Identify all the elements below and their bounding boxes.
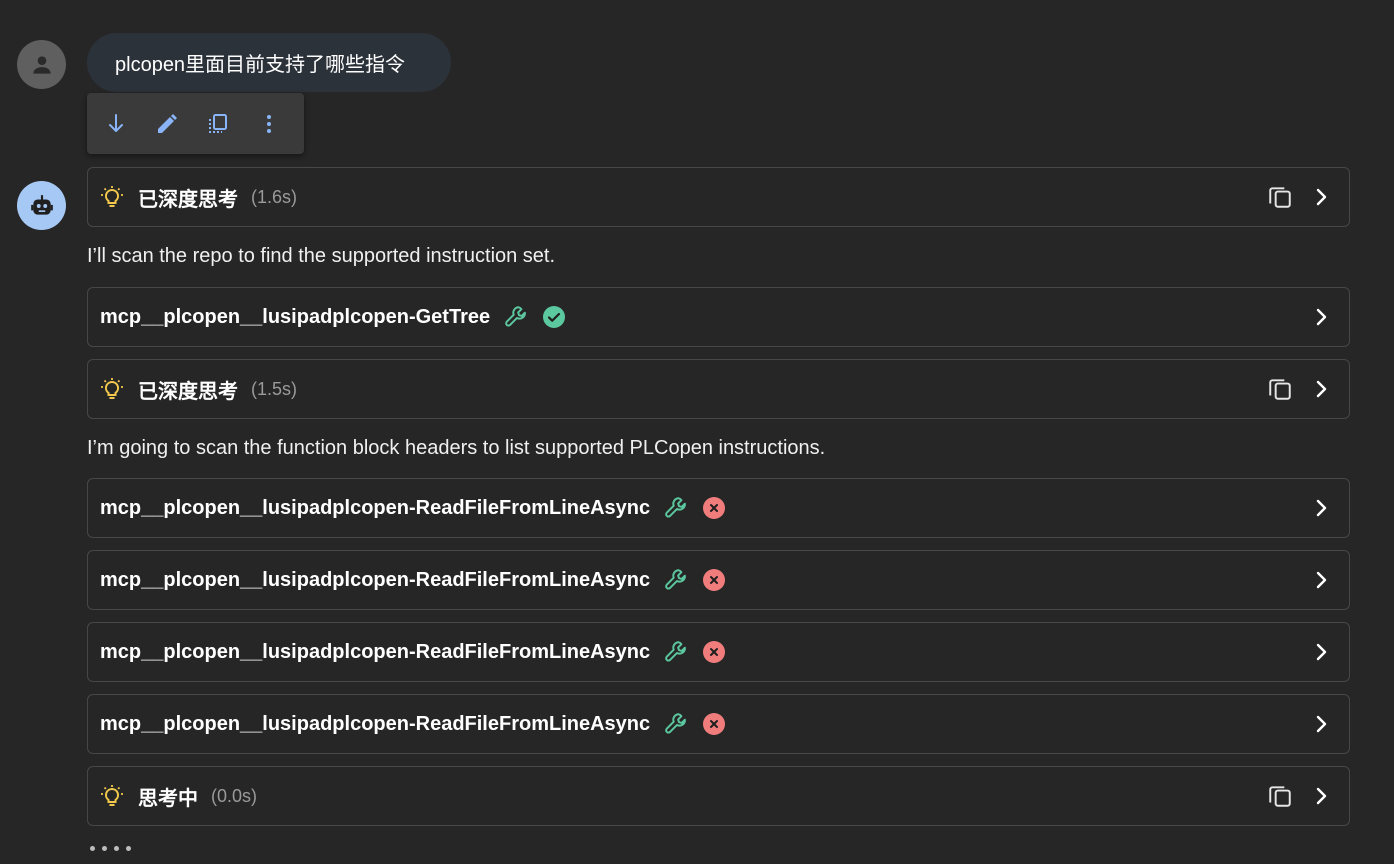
chevron-right-icon[interactable]	[1309, 712, 1333, 736]
copy-message-button[interactable]	[202, 102, 253, 146]
error-circle-icon	[703, 641, 726, 663]
thinking-duration: (0.0s)	[211, 785, 258, 806]
wrench-icon	[665, 497, 686, 518]
chevron-right-icon[interactable]	[1309, 185, 1333, 209]
more-vert-icon	[267, 114, 271, 133]
user-message-bubble: plcopen里面目前支持了哪些指令	[87, 33, 451, 92]
arrow-down-icon	[109, 113, 123, 132]
wrench-icon	[665, 641, 686, 662]
edit-icon	[158, 113, 177, 133]
scroll-down-button[interactable]	[100, 102, 151, 146]
lightbulb-icon	[101, 378, 123, 399]
loading-dot	[90, 846, 95, 851]
user-avatar	[17, 40, 66, 89]
error-circle-icon	[703, 569, 726, 591]
copy-icon[interactable]	[1267, 783, 1293, 809]
user-message-text: plcopen里面目前支持了哪些指令	[115, 54, 406, 76]
copy-icon[interactable]	[1267, 376, 1293, 402]
assistant-message: I’ll scan the repo to find the supported…	[87, 245, 556, 267]
message-toolbar	[87, 93, 304, 154]
tool-call-title: mcp__plcopen__lusipadplcopen-ReadFileFro…	[100, 712, 651, 735]
more-options-button[interactable]	[253, 102, 304, 146]
lightbulb-icon	[101, 186, 123, 207]
person-icon	[32, 55, 51, 74]
tool-call-title: mcp__plcopen__lusipadplcopen-GetTree	[100, 305, 491, 328]
chevron-right-icon[interactable]	[1309, 640, 1333, 664]
wrench-icon	[665, 569, 686, 590]
lightbulb-icon	[101, 785, 123, 806]
thinking-block[interactable]: 已深度思考 (1.6s)	[87, 167, 1350, 227]
tool-call-block[interactable]: mcp__plcopen__lusipadplcopen-GetTree	[87, 287, 1350, 347]
thinking-title: 思考中	[138, 787, 198, 810]
wrench-icon	[665, 713, 686, 734]
error-circle-icon	[703, 713, 726, 735]
loading-dot	[126, 846, 131, 851]
loading-indicator	[90, 846, 131, 851]
thinking-duration: (1.5s)	[251, 378, 298, 399]
thinking-duration: (1.6s)	[251, 186, 298, 207]
copy-icon[interactable]	[1267, 184, 1293, 210]
loading-dot	[102, 846, 107, 851]
assistant-avatar	[17, 181, 66, 230]
robot-icon	[30, 194, 53, 215]
copy-icon	[209, 113, 227, 133]
thinking-block[interactable]: 已深度思考 (1.5s)	[87, 359, 1350, 419]
loading-dot	[114, 846, 119, 851]
chevron-right-icon[interactable]	[1309, 784, 1333, 808]
chevron-right-icon[interactable]	[1309, 496, 1333, 520]
tool-call-title: mcp__plcopen__lusipadplcopen-ReadFileFro…	[100, 640, 651, 663]
tool-call-block[interactable]: mcp__plcopen__lusipadplcopen-ReadFileFro…	[87, 550, 1350, 610]
assistant-message: I’m going to scan the function block hea…	[87, 437, 826, 459]
thinking-title: 已深度思考	[138, 380, 238, 403]
edit-message-button[interactable]	[151, 102, 202, 146]
thinking-title: 已深度思考	[138, 188, 238, 211]
chevron-right-icon[interactable]	[1309, 377, 1333, 401]
tool-call-title: mcp__plcopen__lusipadplcopen-ReadFileFro…	[100, 568, 651, 591]
chevron-right-icon[interactable]	[1309, 305, 1333, 329]
check-circle-icon	[543, 306, 566, 328]
error-circle-icon	[703, 497, 726, 519]
tool-call-title: mcp__plcopen__lusipadplcopen-ReadFileFro…	[100, 496, 651, 519]
thinking-block[interactable]: 思考中 (0.0s)	[87, 766, 1350, 826]
tool-call-block[interactable]: mcp__plcopen__lusipadplcopen-ReadFileFro…	[87, 694, 1350, 754]
wrench-icon	[505, 306, 526, 327]
chevron-right-icon[interactable]	[1309, 568, 1333, 592]
tool-call-block[interactable]: mcp__plcopen__lusipadplcopen-ReadFileFro…	[87, 478, 1350, 538]
tool-call-block[interactable]: mcp__plcopen__lusipadplcopen-ReadFileFro…	[87, 622, 1350, 682]
